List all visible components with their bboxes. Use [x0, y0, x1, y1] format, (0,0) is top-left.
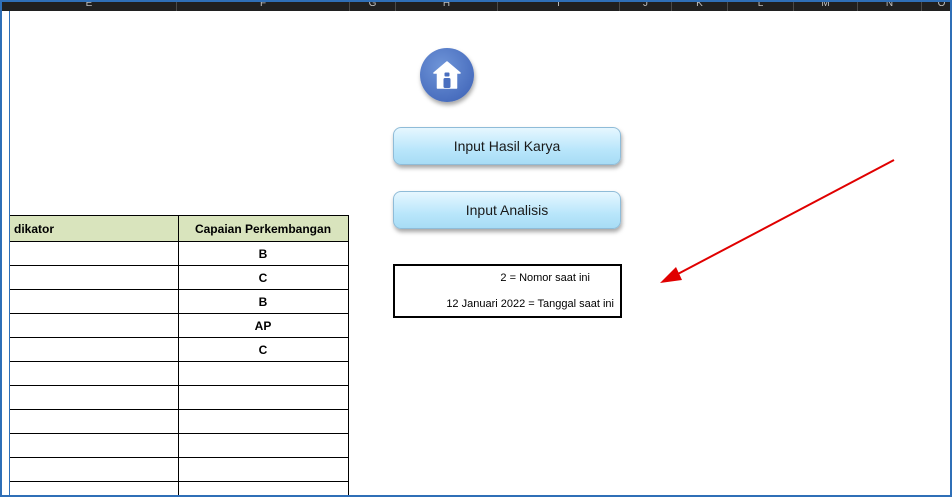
column-header-l[interactable]: L: [728, 2, 794, 11]
table-row: B: [10, 241, 349, 266]
column-header-f[interactable]: F: [177, 2, 350, 11]
table-cell[interactable]: [10, 481, 179, 495]
current-number-text: 2 = Nomor saat ini: [500, 272, 590, 284]
table-cell[interactable]: B: [177, 289, 349, 314]
spreadsheet-canvas: E F G H I J K L M N O dikator Capaian Pe…: [0, 0, 952, 497]
table-row: B: [10, 289, 349, 314]
table-cell[interactable]: [177, 385, 349, 410]
input-hasil-karya-button[interactable]: Input Hasil Karya: [393, 127, 621, 165]
table-cell[interactable]: C: [177, 337, 349, 362]
table-row: [10, 457, 349, 482]
table-cell[interactable]: [10, 241, 179, 266]
table-cell[interactable]: [177, 433, 349, 458]
table-row: [10, 409, 349, 434]
table-cell[interactable]: [10, 433, 179, 458]
column-header-h[interactable]: H: [396, 2, 498, 11]
table-cell[interactable]: [10, 361, 179, 386]
red-arrow-annotation: [660, 159, 895, 283]
info-box: 2 = Nomor saat ini 12 Januari 2022 = Tan…: [393, 264, 622, 318]
table-row: C: [10, 265, 349, 290]
table-cell[interactable]: [10, 385, 179, 410]
home-icon: [433, 61, 461, 89]
table-cell[interactable]: B: [177, 241, 349, 266]
table-row: AP: [10, 313, 349, 338]
table-cell[interactable]: [10, 337, 179, 362]
column-header-m[interactable]: M: [794, 2, 858, 11]
table-cell[interactable]: [177, 361, 349, 386]
capaian-table: dikator Capaian Perkembangan B C B AP C: [10, 215, 349, 495]
table-cell[interactable]: [10, 313, 179, 338]
home-button[interactable]: [420, 48, 474, 102]
table-cell[interactable]: AP: [177, 313, 349, 338]
table-header-capaian[interactable]: Capaian Perkembangan: [177, 215, 349, 242]
table-cell[interactable]: [10, 265, 179, 290]
table-header-row: dikator Capaian Perkembangan: [10, 215, 349, 242]
table-row: C: [10, 337, 349, 362]
table-cell[interactable]: [177, 409, 349, 434]
column-header-o[interactable]: O: [922, 2, 950, 11]
table-cell[interactable]: [10, 289, 179, 314]
table-row: [10, 385, 349, 410]
input-analisis-button[interactable]: Input Analisis: [393, 191, 621, 229]
table-cell[interactable]: C: [177, 265, 349, 290]
column-header-e[interactable]: E: [2, 2, 177, 11]
current-date-text: 12 Januari 2022 = Tanggal saat ini: [446, 298, 614, 310]
table-cell[interactable]: [177, 481, 349, 495]
column-header-j[interactable]: J: [620, 2, 672, 11]
table-header-indikator[interactable]: dikator: [10, 215, 179, 242]
column-header-bar: E F G H I J K L M N O: [2, 2, 950, 11]
table-row: [10, 481, 349, 495]
table-row: [10, 433, 349, 458]
left-window-edge: [2, 11, 10, 495]
table-cell[interactable]: [10, 457, 179, 482]
column-header-i[interactable]: I: [498, 2, 620, 11]
column-header-n[interactable]: N: [858, 2, 922, 11]
column-header-k[interactable]: K: [672, 2, 728, 11]
table-row: [10, 361, 349, 386]
table-cell[interactable]: [10, 409, 179, 434]
column-header-g[interactable]: G: [350, 2, 396, 11]
table-cell[interactable]: [177, 457, 349, 482]
